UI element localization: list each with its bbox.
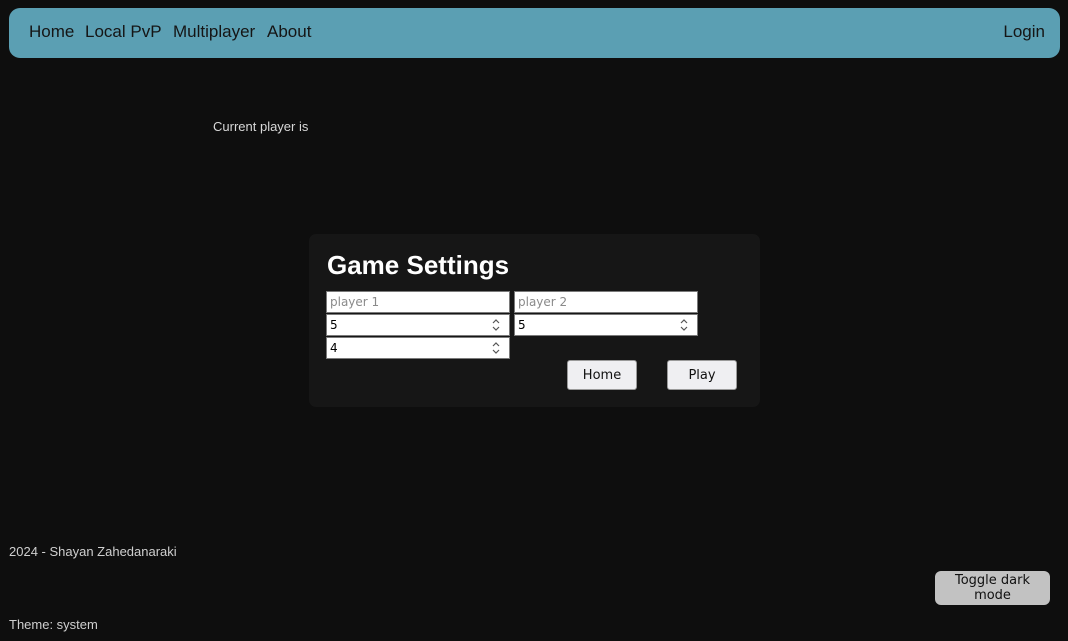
game-settings-dialog: Game Settings Home Play bbox=[309, 234, 760, 407]
toggle-dark-mode-button[interactable]: Toggle dark mode bbox=[935, 571, 1050, 605]
nav-link-home[interactable]: Home bbox=[29, 22, 74, 42]
top-navbar: Home Local PvP Multiplayer About Login bbox=[9, 8, 1060, 58]
number1-spinner-icon[interactable] bbox=[490, 317, 502, 333]
home-button[interactable]: Home bbox=[567, 360, 637, 390]
nav-link-about[interactable]: About bbox=[267, 22, 311, 42]
dialog-title: Game Settings bbox=[327, 250, 510, 280]
number1-field bbox=[326, 314, 510, 336]
player1-field bbox=[326, 291, 510, 313]
play-button[interactable]: Play bbox=[667, 360, 737, 390]
number2-spinner-icon[interactable] bbox=[678, 317, 690, 333]
number2-field bbox=[514, 314, 698, 336]
number3-spinner-icon[interactable] bbox=[490, 340, 502, 356]
number3-field bbox=[326, 337, 510, 359]
player2-input[interactable] bbox=[515, 292, 697, 312]
theme-label: Theme: system bbox=[9, 617, 98, 632]
footer-credit: 2024 - Shayan Zahedanaraki bbox=[9, 544, 177, 559]
number3-input[interactable] bbox=[327, 338, 509, 358]
number1-input[interactable] bbox=[327, 315, 509, 335]
nav-link-multiplayer[interactable]: Multiplayer bbox=[173, 22, 255, 42]
nav-link-local-pvp[interactable]: Local PvP bbox=[85, 22, 162, 42]
player1-input[interactable] bbox=[327, 292, 509, 312]
player2-field bbox=[514, 291, 698, 313]
current-player-text: Current player is bbox=[213, 119, 309, 134]
nav-link-login[interactable]: Login bbox=[1003, 22, 1045, 42]
number2-input[interactable] bbox=[515, 315, 697, 335]
